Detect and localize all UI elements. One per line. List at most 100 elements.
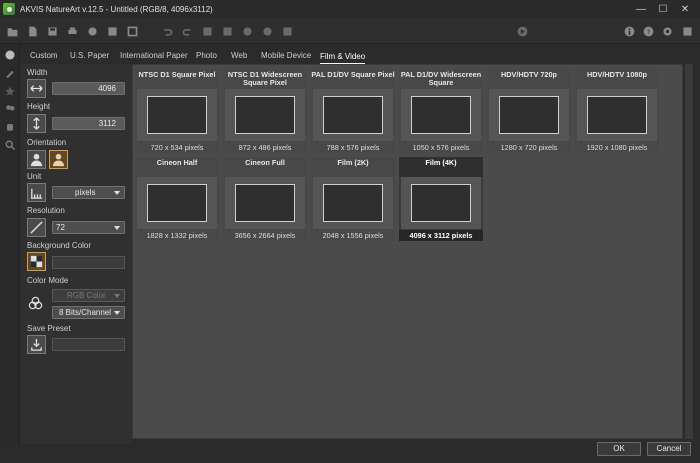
- ruler-icon[interactable]: [27, 183, 46, 202]
- preset-thumbnail: [225, 89, 305, 141]
- chevron-down-icon: [114, 226, 120, 230]
- share-icon[interactable]: [85, 24, 99, 38]
- run-icon[interactable]: [515, 24, 529, 38]
- background-color-label: Background Color: [27, 241, 92, 250]
- brush-tool-icon[interactable]: [3, 66, 17, 80]
- preset-thumbnail: [225, 177, 305, 229]
- tool-strip: [0, 44, 20, 463]
- width-input[interactable]: 4096: [52, 82, 125, 95]
- resolution-value: 72: [56, 223, 65, 232]
- preset-thumbnail: [489, 89, 569, 141]
- unit-label: Unit: [27, 172, 42, 181]
- preset-title: HDV/HDTV 720p: [501, 70, 557, 79]
- height-arrows-icon[interactable]: [27, 114, 46, 133]
- preset-title: Film (2K): [337, 158, 369, 167]
- portrait-icon[interactable]: [27, 150, 46, 169]
- dialog-footer: [0, 444, 700, 463]
- preset-title: Cineon Half: [156, 158, 198, 167]
- zoom-tool-icon[interactable]: [3, 138, 17, 152]
- color-mode-select: RGB Color: [52, 289, 125, 302]
- preset-size: 4096 x 3112 pixels: [399, 230, 483, 241]
- preset-size: 1280 x 720 pixels: [500, 143, 558, 152]
- tab-photo[interactable]: Photo: [196, 48, 217, 64]
- bits-select[interactable]: 8 Bits/Channel: [52, 306, 125, 319]
- undo-icon[interactable]: [160, 24, 174, 38]
- preset-title: NTSC D1 Square Pixel: [138, 70, 216, 79]
- close-button[interactable]: ✕: [674, 0, 696, 18]
- settings-small-icon[interactable]: [220, 24, 234, 38]
- preset-name-input[interactable]: [52, 338, 125, 351]
- frame-outline: [499, 96, 559, 134]
- print-icon[interactable]: [65, 24, 79, 38]
- preset-size: 1828 x 1332 pixels: [146, 231, 208, 240]
- batch-icon[interactable]: [105, 24, 119, 38]
- open-file-icon[interactable]: [5, 24, 19, 38]
- before-icon[interactable]: [240, 24, 254, 38]
- new-file-icon[interactable]: [25, 24, 39, 38]
- after-icon[interactable]: [260, 24, 274, 38]
- save-icon[interactable]: [45, 24, 59, 38]
- help-icon[interactable]: ?: [641, 24, 655, 38]
- preset-ntsc-d1-square[interactable]: NTSC D1 Square Pixel 720 x 534 pixels: [135, 69, 219, 153]
- gear-icon[interactable]: [660, 24, 674, 38]
- preset-hdv-1080p[interactable]: HDV/HDTV 1080p 1920 x 1080 pixels: [575, 69, 659, 153]
- landscape-icon[interactable]: [49, 150, 68, 169]
- reset-icon[interactable]: [200, 24, 214, 38]
- preset-size: 872 x 486 pixels: [238, 143, 292, 152]
- ok-button[interactable]: OK: [597, 442, 641, 456]
- bits-value: 8 Bits/Channel: [59, 308, 112, 317]
- save-preset-label: Save Preset: [27, 324, 71, 333]
- people-tool-icon[interactable]: [3, 102, 17, 116]
- chevron-down-icon: [114, 191, 120, 195]
- cancel-button[interactable]: Cancel: [647, 442, 691, 456]
- orientation-label: Orientation: [27, 138, 67, 147]
- preferences-icon[interactable]: [680, 24, 694, 38]
- resolution-select[interactable]: 72: [52, 221, 125, 234]
- preset-film-4k[interactable]: Film (4K) 4096 x 3112 pixels: [399, 157, 483, 241]
- svg-text:?: ?: [646, 27, 649, 35]
- tab-custom[interactable]: Custom: [30, 48, 58, 64]
- width-arrows-icon[interactable]: [27, 79, 46, 98]
- preset-cineon-full[interactable]: Cineon Full 3656 x 2664 pixels: [223, 157, 307, 241]
- grid-scrollbar[interactable]: [685, 64, 693, 439]
- background-color-icon[interactable]: [27, 252, 46, 271]
- preset-pal-d1-square[interactable]: PAL D1/DV Square Pixel 788 x 576 pixels: [311, 69, 395, 153]
- color-mode-value: RGB Color: [67, 291, 106, 300]
- preset-hdv-720p[interactable]: HDV/HDTV 720p 1280 x 720 pixels: [487, 69, 571, 153]
- preset-thumbnail: [401, 177, 481, 229]
- height-input[interactable]: 3112: [52, 117, 125, 130]
- frame-outline: [323, 184, 383, 222]
- canvas-icon[interactable]: [125, 24, 139, 38]
- preset-title: Film (4K): [399, 157, 483, 177]
- unit-value: pixels: [75, 188, 96, 197]
- compare-icon[interactable]: [280, 24, 294, 38]
- hand-tool-icon[interactable]: [3, 120, 17, 134]
- preset-thumbnail: [313, 177, 393, 229]
- tab-film-video[interactable]: Film & Video: [320, 50, 366, 64]
- frame-outline: [147, 184, 207, 222]
- preset-film-2k[interactable]: Film (2K) 2048 x 1556 pixels: [311, 157, 395, 241]
- frame-outline: [411, 184, 471, 222]
- resolution-icon[interactable]: [27, 218, 46, 237]
- unit-select[interactable]: pixels: [52, 186, 125, 199]
- preset-title: Cineon Full: [245, 158, 285, 167]
- preset-title: NTSC D1 Widescreen Square Pixel: [227, 70, 303, 87]
- minimize-button[interactable]: —: [630, 0, 652, 18]
- background-color-swatch[interactable]: [52, 256, 125, 269]
- redo-icon[interactable]: [180, 24, 194, 38]
- save-preset-icon[interactable]: [27, 335, 46, 354]
- tab-us-paper[interactable]: U.S. Paper: [70, 48, 109, 64]
- star-tool-icon[interactable]: [3, 84, 17, 98]
- tab-web[interactable]: Web: [231, 48, 247, 64]
- frame-outline: [235, 184, 295, 222]
- tab-mobile-device[interactable]: Mobile Device: [261, 48, 311, 64]
- tab-international-paper[interactable]: International Paper: [120, 48, 188, 64]
- preset-ntsc-d1-widescreen[interactable]: NTSC D1 Widescreen Square Pixel 872 x 48…: [223, 69, 307, 153]
- preset-pal-d1-widescreen[interactable]: PAL D1/DV Widescreen Square 1050 x 576 p…: [399, 69, 483, 153]
- canvas-tool-icon[interactable]: [3, 48, 17, 62]
- resolution-label: Resolution: [27, 206, 65, 215]
- chevron-down-icon: [114, 311, 120, 315]
- info-icon[interactable]: [622, 24, 636, 38]
- preset-cineon-half[interactable]: Cineon Half 1828 x 1332 pixels: [135, 157, 219, 241]
- maximize-button[interactable]: ☐: [652, 0, 674, 18]
